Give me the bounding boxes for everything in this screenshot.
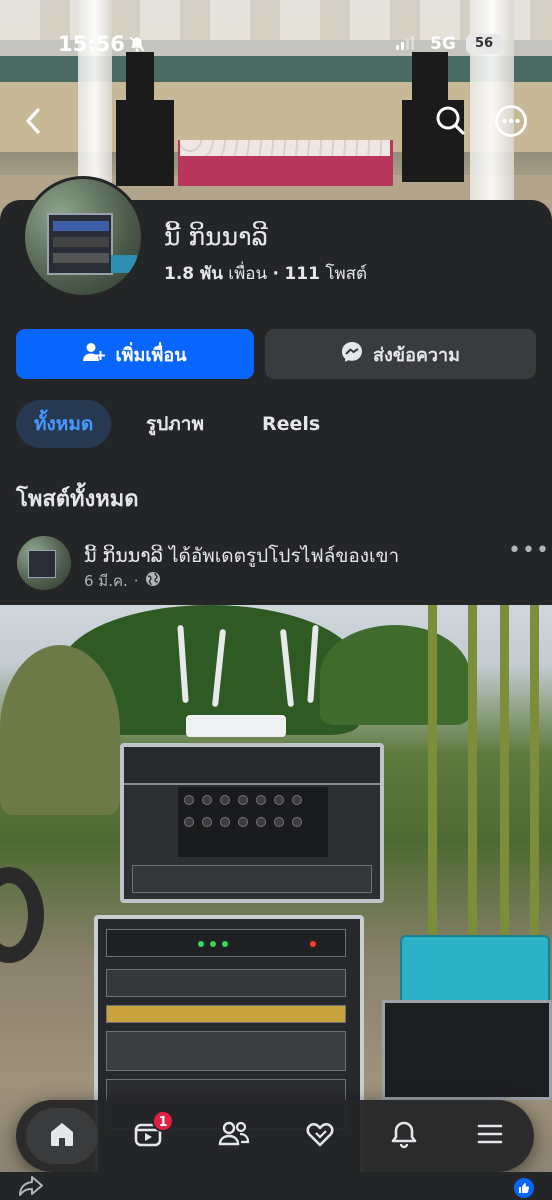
photo-router	[186, 715, 286, 737]
post-author[interactable]: ນີ້ ກິນນາລີ	[84, 545, 163, 567]
cover-speaker	[116, 100, 174, 186]
bell-icon	[389, 1119, 419, 1153]
nav-menu[interactable]	[464, 1110, 516, 1162]
friends-count: 1.8 พัน	[164, 264, 223, 284]
photo-rack-unit	[106, 1031, 346, 1071]
photo-bamboo	[468, 605, 477, 965]
status-time: 15:56	[58, 32, 125, 56]
cover-drape	[180, 140, 390, 156]
signal-icon	[396, 36, 414, 50]
messenger-icon	[341, 341, 363, 368]
post-actions-strip	[0, 1172, 552, 1200]
post-more-button[interactable]: •••	[508, 538, 550, 563]
add-friend-button[interactable]: เพิ่มเพื่อน	[16, 329, 254, 379]
post-meta: 6 มี.ค. ·	[84, 569, 161, 593]
photo-tool-case	[400, 935, 550, 1009]
profile-avatar[interactable]	[22, 176, 144, 298]
posts-count: 111	[284, 264, 320, 284]
status-bar: 15:56 5G 56	[0, 30, 552, 60]
message-label: ส่งข้อความ	[372, 344, 460, 366]
bell-slash-icon	[128, 35, 146, 57]
photo-led	[310, 941, 316, 947]
photo-rack-lid	[124, 747, 380, 785]
add-friend-icon	[83, 342, 106, 367]
nav-notifications[interactable]	[378, 1110, 430, 1162]
message-button[interactable]: ส่งข้อความ	[265, 329, 536, 379]
back-icon[interactable]	[20, 104, 48, 138]
post-avatar-rack	[28, 550, 56, 578]
stats-separator: ·	[272, 264, 280, 284]
globe-icon	[145, 571, 161, 591]
photo-bamboo	[428, 605, 437, 945]
tab-all[interactable]: ทั้งหมด	[16, 400, 112, 448]
avatar-case	[111, 255, 137, 273]
section-title: โพสต์ทั้งหมด	[16, 487, 139, 512]
photo-led	[198, 941, 204, 947]
photo-rack-unit	[132, 865, 372, 893]
friends-label: เพื่อน	[228, 264, 268, 284]
video-badge: 1	[152, 1110, 174, 1132]
avatar-rack	[47, 213, 113, 275]
friends-icon	[217, 1119, 251, 1153]
photo-rack-top	[120, 743, 384, 903]
nav-video[interactable]: 1	[122, 1110, 174, 1162]
profile-name: ນີ້ ກິນນາລີ	[164, 222, 268, 251]
post-date[interactable]: 6 มี.ค.	[84, 569, 128, 593]
nav-dating[interactable]	[294, 1110, 346, 1162]
profile-stats: 1.8 พัน เพื่อน · 111 โพสต์	[164, 260, 367, 287]
tab-reels[interactable]: Reels	[262, 400, 320, 448]
battery-level: 56	[466, 34, 502, 54]
dating-icon	[305, 1119, 335, 1153]
photo-bamboo	[500, 605, 509, 935]
post-meta-dot: ·	[133, 572, 139, 590]
more-options-icon[interactable]	[494, 104, 528, 138]
photo-tire	[0, 867, 44, 963]
photo-mixer	[178, 787, 328, 857]
tab-photos[interactable]: รูปภาพ	[146, 400, 204, 448]
photo-rack-unit	[106, 969, 346, 997]
post-header: ນີ້ ກິນນາລີ ได้อัพเดตรูปโปรไฟล์ของเขา	[84, 541, 399, 571]
like-reaction-icon	[514, 1178, 534, 1198]
menu-icon	[475, 1119, 505, 1153]
photo-foliage	[0, 645, 120, 815]
add-friend-label: เพิ่มเพื่อน	[115, 344, 187, 366]
posts-label: โพสต์	[325, 264, 368, 284]
share-icon[interactable]	[18, 1175, 44, 1200]
post-author-avatar[interactable]	[17, 536, 71, 590]
nav-friends[interactable]	[208, 1110, 260, 1162]
photo-bamboo	[530, 605, 539, 955]
photo-palm	[320, 625, 470, 725]
home-icon	[47, 1119, 77, 1153]
photo-led	[210, 941, 216, 947]
network-type: 5G	[430, 34, 456, 54]
search-icon[interactable]	[434, 104, 466, 136]
photo-rack-unit	[106, 1005, 346, 1023]
photo-flight-case	[382, 1000, 552, 1100]
photo-led	[222, 941, 228, 947]
nav-home[interactable]	[26, 1108, 98, 1164]
post-action: ได้อัพเดตรูปโปรไฟล์ของเขา	[168, 545, 400, 567]
bottom-nav: 1	[16, 1100, 534, 1172]
